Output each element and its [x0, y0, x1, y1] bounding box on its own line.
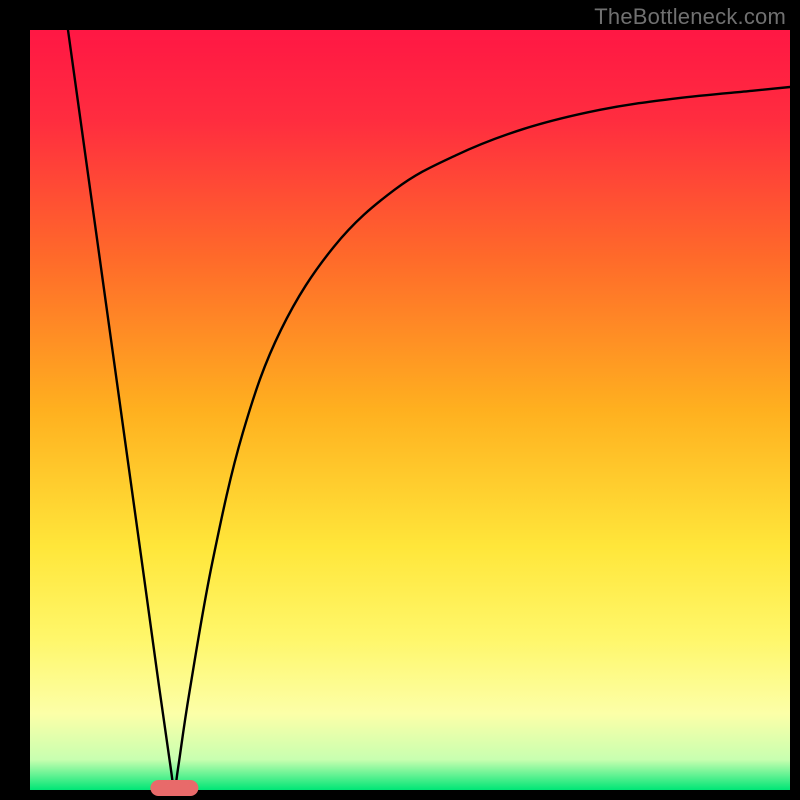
- bottleneck-chart: TheBottleneck.com: [0, 0, 800, 800]
- plot-area: [30, 30, 790, 790]
- chart-canvas: [0, 0, 800, 800]
- watermark-text: TheBottleneck.com: [594, 4, 786, 30]
- result-marker: [150, 780, 198, 796]
